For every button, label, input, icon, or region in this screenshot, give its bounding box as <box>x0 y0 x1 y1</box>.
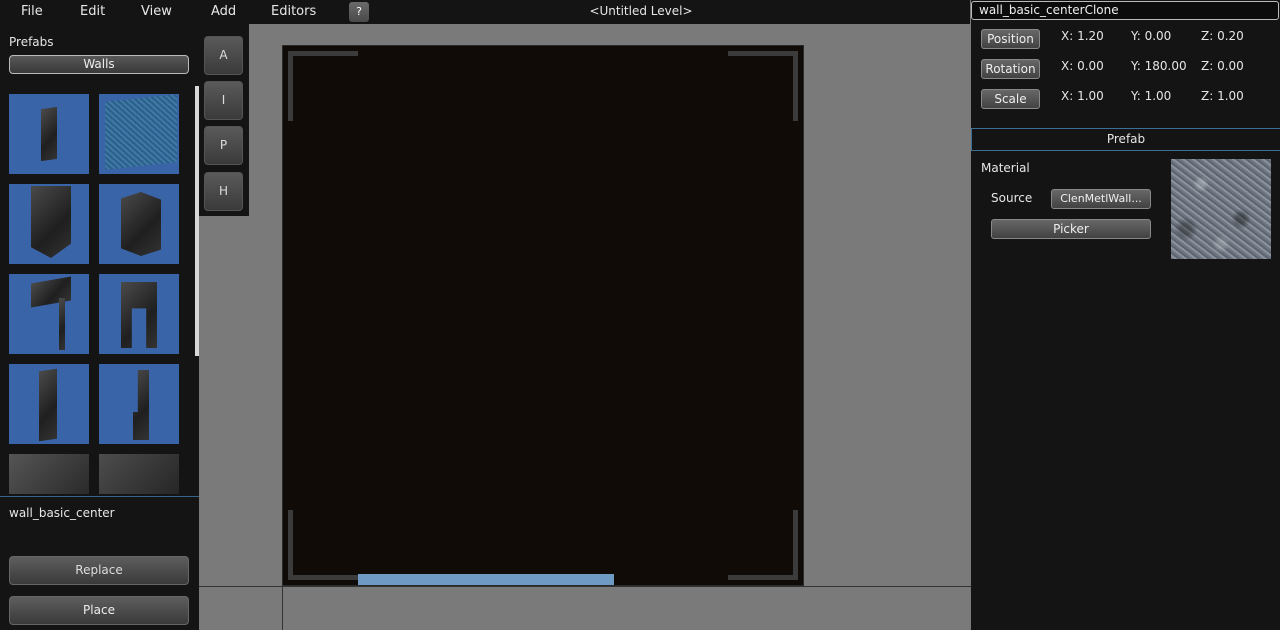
scale-z: Z: 1.00 <box>1201 89 1244 103</box>
selection-corner <box>288 575 358 580</box>
material-source-button[interactable]: ClenMetlWall... <box>1051 189 1151 209</box>
prefab-thumbnail[interactable] <box>99 94 179 174</box>
grid-line <box>282 586 283 630</box>
prefab-thumbnail[interactable] <box>9 364 89 444</box>
source-label: Source <box>991 191 1033 205</box>
place-button[interactable]: Place <box>9 596 189 625</box>
prefab-thumbnail[interactable] <box>99 454 179 494</box>
selection-corner <box>288 51 358 56</box>
scale-button[interactable]: Scale <box>981 89 1040 109</box>
prefab-section-header[interactable]: Prefab <box>971 128 1280 151</box>
inspector-panel: wall_basic_centerClone Position X: 1.20 … <box>971 0 1280 630</box>
tool-h-button[interactable]: H <box>204 172 243 211</box>
wall-base-highlight <box>358 574 614 585</box>
menu-add[interactable]: Add <box>211 4 236 19</box>
category-dropdown[interactable]: Walls <box>9 55 189 74</box>
position-button[interactable]: Position <box>981 29 1040 49</box>
selected-wall-object[interactable] <box>282 45 804 586</box>
tool-p-button[interactable]: P <box>204 126 243 165</box>
rotation-x: X: 0.00 <box>1061 59 1104 73</box>
position-y: Y: 0.00 <box>1131 29 1172 43</box>
picker-button[interactable]: Picker <box>991 219 1151 239</box>
selection-corner <box>288 51 293 121</box>
selection-corner <box>728 51 798 56</box>
prefab-thumbnail[interactable] <box>9 184 89 264</box>
prefab-panel: Prefabs Walls wall_basic_center Replace … <box>0 24 199 630</box>
menu-file[interactable]: File <box>21 4 43 19</box>
menu-edit[interactable]: Edit <box>80 4 105 19</box>
prefab-thumbnail[interactable] <box>99 364 179 444</box>
rotation-y: Y: 180.00 <box>1131 59 1187 73</box>
selected-prefab-name: wall_basic_center <box>9 506 115 520</box>
material-label: Material <box>981 161 1030 175</box>
menu-view[interactable]: View <box>141 4 172 19</box>
selection-corner <box>728 575 798 580</box>
rotation-button[interactable]: Rotation <box>981 59 1040 79</box>
prefab-thumbnail[interactable] <box>99 274 179 354</box>
position-x: X: 1.20 <box>1061 29 1104 43</box>
selection-corner <box>288 510 293 580</box>
tool-a-button[interactable]: A <box>204 36 243 75</box>
scale-y: Y: 1.00 <box>1131 89 1172 103</box>
position-z: Z: 0.20 <box>1201 29 1244 43</box>
object-name-field[interactable]: wall_basic_centerClone <box>971 1 1279 20</box>
rotation-z: Z: 0.00 <box>1201 59 1244 73</box>
tool-i-button[interactable]: I <box>204 81 243 120</box>
grid-line <box>199 586 971 587</box>
scene-viewport[interactable] <box>199 24 971 630</box>
prefab-thumbnail[interactable] <box>9 94 89 174</box>
tool-column: A I P H <box>199 24 249 216</box>
selection-corner <box>793 510 798 580</box>
menu-bar: File Edit View Add Editors ? <Untitled L… <box>0 0 970 24</box>
menu-editors[interactable]: Editors <box>271 4 316 19</box>
prefab-thumbnail-grid <box>0 86 195 494</box>
prefab-thumbnail[interactable] <box>9 274 89 354</box>
level-title: <Untitled Level> <box>589 4 693 18</box>
prefabs-label: Prefabs <box>9 35 54 49</box>
help-button[interactable]: ? <box>349 2 369 22</box>
scale-x: X: 1.00 <box>1061 89 1104 103</box>
divider <box>0 496 199 497</box>
prefab-thumbnail[interactable] <box>99 184 179 264</box>
prefab-thumbnail[interactable] <box>9 454 89 494</box>
selection-corner <box>793 51 798 121</box>
material-preview-swatch <box>1171 159 1271 259</box>
replace-button[interactable]: Replace <box>9 556 189 585</box>
